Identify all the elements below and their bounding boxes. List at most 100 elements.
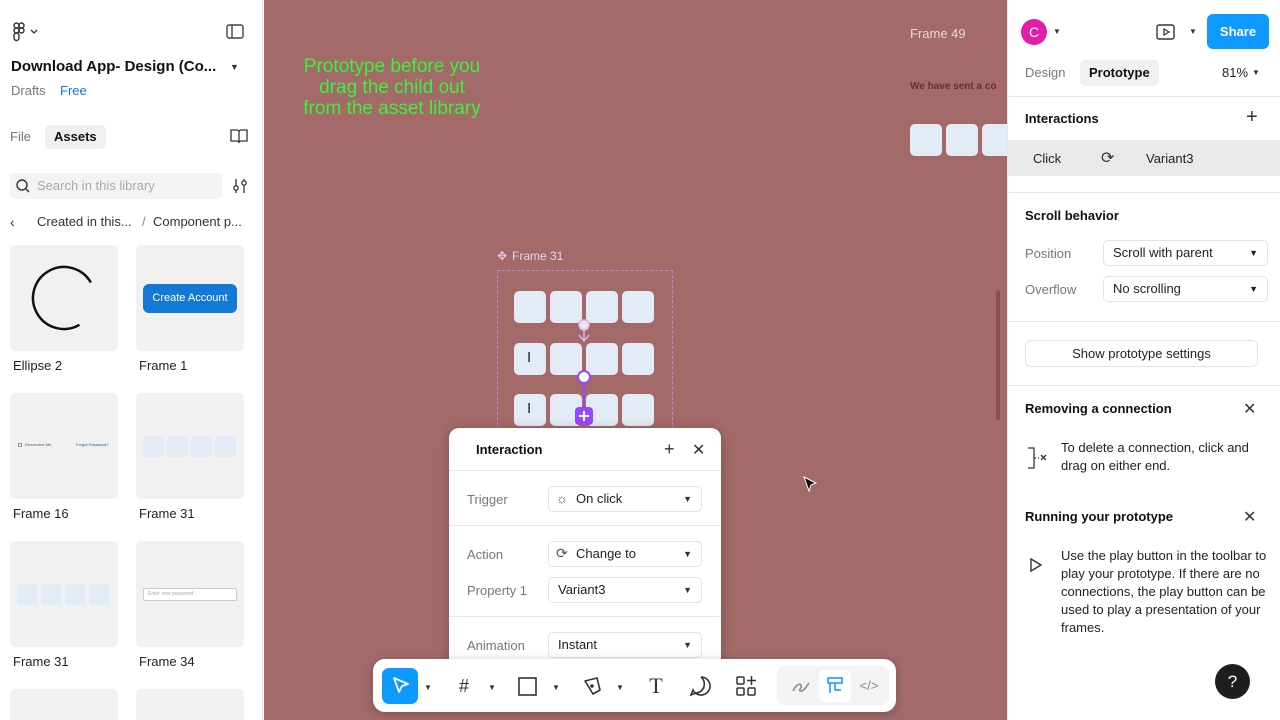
library-book-icon[interactable] — [230, 128, 248, 149]
password-input-preview: Enter new password — [143, 588, 237, 601]
plan-badge[interactable]: Free — [60, 83, 87, 98]
animation-select[interactable]: Instant ▼ — [548, 632, 702, 658]
click-trigger-icon: ☼ — [556, 491, 568, 506]
search-input[interactable]: Search in this library — [10, 173, 222, 199]
chevron-down-icon: ▼ — [683, 494, 692, 504]
divider — [1008, 321, 1280, 322]
chevron-down-icon[interactable]: ▼ — [1189, 27, 1197, 36]
chevron-down-icon[interactable]: ▼ — [230, 62, 239, 72]
filter-icon[interactable] — [232, 178, 248, 199]
action-label: Action — [467, 547, 504, 562]
zoom-level[interactable]: 81% — [1222, 65, 1248, 80]
close-icon[interactable]: ✕ — [1243, 507, 1256, 527]
text-tool-icon[interactable]: T — [641, 671, 671, 701]
chevron-down-icon: ▼ — [1249, 248, 1258, 258]
frame49-cell — [946, 124, 978, 156]
trigger-select[interactable]: On click ▼ — [548, 486, 702, 512]
right-panel: C ▼ ▼ Share Design Prototype 81% ▼ Inter… — [1007, 0, 1280, 720]
component-icon: ✥ — [497, 249, 508, 263]
chevron-down-icon[interactable]: ▼ — [1252, 68, 1260, 77]
asset-thumb-frame34[interactable]: Enter new password — [136, 541, 244, 647]
tab-file[interactable]: File — [1, 125, 40, 149]
divider — [1008, 96, 1280, 97]
canvas-scrollbar[interactable] — [996, 290, 1000, 420]
pen-tool-icon[interactable] — [577, 671, 607, 701]
actions-tool-icon[interactable] — [731, 671, 761, 701]
frame31-label[interactable]: Frame 31 — [512, 249, 563, 263]
grid-cell — [514, 291, 546, 323]
project-title[interactable]: Download App- Design (Co... — [11, 58, 216, 75]
toggle-sidebar-icon[interactable] — [226, 24, 244, 45]
overflow-select[interactable]: No scrolling ▼ — [1103, 276, 1268, 302]
divider — [449, 470, 721, 471]
asset-thumb-frame16[interactable]: Remember Me Forgot Password? — [10, 393, 118, 499]
grid-cell: I — [514, 343, 546, 375]
grid-cell — [622, 343, 654, 375]
asset-thumb[interactable] — [10, 689, 118, 720]
close-icon[interactable]: ✕ — [1243, 399, 1256, 419]
overflow-label: Overflow — [1025, 282, 1077, 297]
position-select[interactable]: Scroll with parent ▼ — [1103, 240, 1268, 266]
chevron-down-icon[interactable]: ▼ — [616, 683, 624, 692]
add-icon[interactable]: + — [664, 439, 675, 460]
share-button[interactable]: Share — [1207, 14, 1269, 49]
mouse-pointer-icon — [803, 475, 818, 493]
present-icon[interactable] — [1156, 22, 1176, 47]
trigger-label: Trigger — [467, 492, 508, 507]
asset-thumb-frame1[interactable]: Create Account — [136, 245, 244, 351]
draw-mode-icon[interactable] — [786, 671, 816, 701]
tab-assets[interactable]: Assets — [45, 125, 106, 149]
interaction-trigger: Click — [1033, 151, 1062, 166]
frame-tool-icon[interactable]: # — [449, 671, 479, 701]
asset-label: Frame 1 — [139, 358, 188, 373]
show-prototype-settings-button[interactable]: Show prototype settings — [1025, 340, 1258, 367]
figma-menu-icon[interactable] — [12, 22, 38, 47]
action-select[interactable]: Change to ▼ — [548, 541, 702, 567]
cell-preview — [17, 584, 38, 605]
chevron-down-icon[interactable]: ▼ — [1053, 27, 1061, 36]
interactions-title: Interactions — [1025, 111, 1099, 126]
design-mode-button[interactable] — [819, 670, 851, 702]
back-chevron-icon[interactable]: ‹ — [10, 214, 15, 230]
tab-prototype[interactable]: Prototype — [1080, 60, 1159, 86]
close-icon[interactable]: ✕ — [692, 440, 705, 460]
checkbox-preview — [18, 443, 22, 447]
disconnect-icon — [1026, 446, 1050, 475]
cell-preview — [41, 584, 62, 605]
chevron-down-icon: ▼ — [1249, 284, 1258, 294]
bottom-toolbar: ▼ # ▼ ▼ ▼ T </> — [373, 659, 896, 712]
tab-design[interactable]: Design — [1025, 65, 1065, 80]
asset-thumb-ellipse[interactable] — [10, 245, 118, 351]
chevron-down-icon[interactable]: ▼ — [424, 683, 432, 692]
dev-mode-icon[interactable]: </> — [854, 671, 884, 701]
property-select[interactable]: Variant3 ▼ — [548, 577, 702, 603]
grid-cell — [622, 394, 654, 426]
prototype-connection[interactable] — [564, 315, 604, 430]
text-cursor: I — [527, 400, 532, 417]
drafts-label[interactable]: Drafts — [11, 83, 46, 98]
move-tool-button[interactable] — [382, 668, 418, 704]
divider — [449, 525, 721, 526]
add-interaction-icon[interactable]: + — [1246, 106, 1258, 129]
interaction-row[interactable]: Click ⟳ Variant3 — [1008, 140, 1280, 176]
grid-cell — [622, 291, 654, 323]
breadcrumb-created[interactable]: Created in this... — [37, 214, 132, 229]
asset-thumb-frame31[interactable] — [136, 393, 244, 499]
breadcrumb-component[interactable]: Component p... — [153, 214, 242, 229]
asset-thumb[interactable] — [136, 689, 244, 720]
chevron-down-icon[interactable]: ▼ — [552, 683, 560, 692]
frame49-text: We have sent a co — [910, 81, 997, 92]
chevron-down-icon[interactable]: ▼ — [488, 683, 496, 692]
frame49-label[interactable]: Frame 49 — [910, 26, 966, 41]
scroll-behavior-title: Scroll behavior — [1025, 208, 1119, 223]
animation-label: Animation — [467, 638, 525, 653]
help-button[interactable]: ? — [1215, 664, 1250, 699]
frame49-cell — [982, 124, 1007, 156]
avatar[interactable]: C — [1021, 19, 1047, 45]
removing-connection-text: To delete a connection, click and drag o… — [1061, 440, 1249, 473]
annotation-note: Prototype before you drag the child out … — [303, 56, 481, 119]
comment-tool-icon[interactable] — [686, 671, 716, 701]
chevron-down-icon: ▼ — [683, 640, 692, 650]
asset-thumb-frame31[interactable] — [10, 541, 118, 647]
rectangle-tool-icon[interactable] — [513, 671, 543, 701]
